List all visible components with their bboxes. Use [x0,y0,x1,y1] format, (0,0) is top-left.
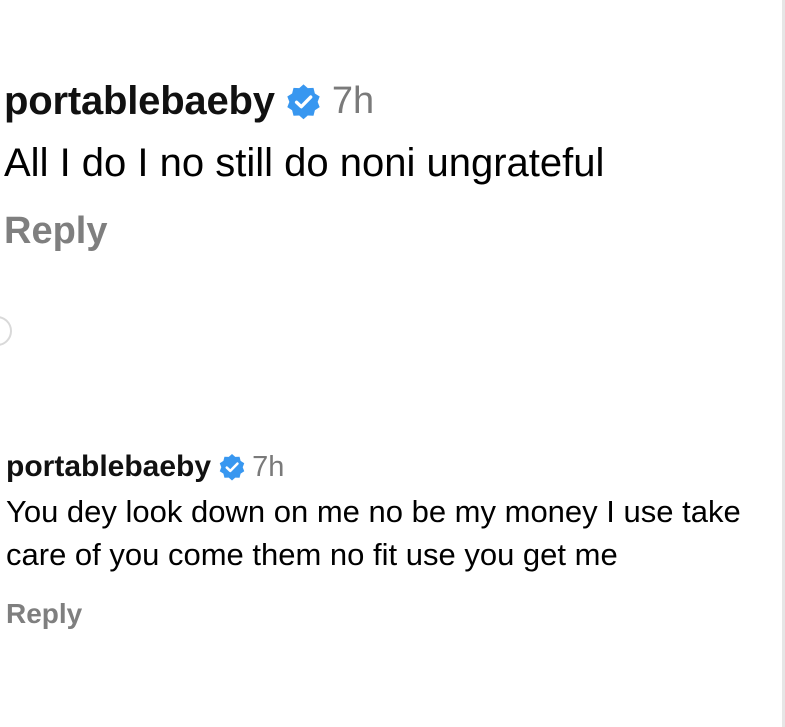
reply-button[interactable]: Reply [4,210,107,253]
timestamp: 7h [252,450,285,483]
thread-indicator-circle [0,316,12,346]
timestamp: 7h [331,79,375,122]
reply-button[interactable]: Reply [6,598,82,630]
comment-text: All I do I no still do noni ungrateful [4,141,605,185]
username[interactable]: portablebaeby [6,450,211,484]
verified-badge-icon [285,83,322,120]
verified-badge-icon [218,453,246,481]
username[interactable]: portablebaeby [4,79,275,124]
comment-1: portablebaeby 7h All I do I no still do … [4,74,764,253]
comment-header: portablebaeby 7h [6,448,766,486]
comment-2: portablebaeby 7h You dey look down on me… [6,448,766,630]
comment-text: You dey look down on me no be my money I… [6,494,741,572]
comment-header: portablebaeby 7h [4,74,764,128]
